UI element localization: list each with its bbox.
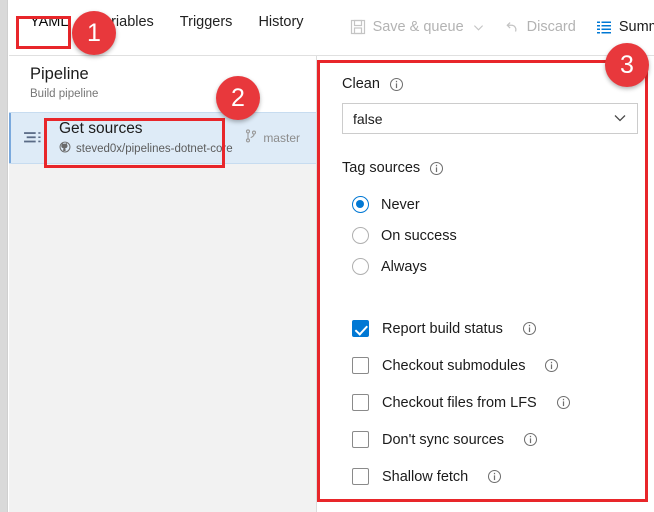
tag-sources-radio-group: Never On success Always <box>342 189 636 282</box>
sidebar-item-branch: master <box>245 129 316 148</box>
checkbox-shallow-fetch[interactable]: Shallow fetch <box>342 458 636 495</box>
info-icon[interactable] <box>487 469 502 484</box>
save-and-queue-label: Save & queue <box>373 19 464 35</box>
tab-bar: YAML Variables Triggers History <box>9 0 317 55</box>
tab-variables[interactable]: Variables <box>81 0 166 55</box>
checkbox-report-build-status[interactable]: Report build status <box>342 310 636 347</box>
left-gutter <box>0 0 8 512</box>
tag-sources-label-row: Tag sources <box>342 160 636 176</box>
checkbox-checkout-files-from-lfs[interactable]: Checkout files from LFS <box>342 384 636 421</box>
checkbox-shallow-fetch-label: Shallow fetch <box>382 469 468 485</box>
undo-icon <box>504 19 520 35</box>
radio-always-label: Always <box>381 259 427 275</box>
save-and-queue-button[interactable]: Save & queue <box>341 13 493 41</box>
clean-select-value: false <box>353 111 383 127</box>
options-checkbox-group: Report build status Checkout submodules <box>342 310 636 495</box>
branch-icon <box>245 129 257 148</box>
sidebar-item-get-sources[interactable]: Get sources steved0x/pipelines-dotnet-co… <box>9 112 316 164</box>
pipeline-sidebar: Pipeline Build pipeline Get sources <box>9 56 317 512</box>
tab-history[interactable]: History <box>245 0 316 55</box>
pipeline-title: Pipeline <box>30 64 316 85</box>
checkbox-shallow-fetch-mark <box>352 468 369 485</box>
sidebar-item-body: Get sources steved0x/pipelines-dotnet-co… <box>55 119 245 158</box>
radio-always[interactable]: Always <box>342 251 636 282</box>
discard-label: Discard <box>527 19 576 35</box>
tab-yaml[interactable]: YAML <box>17 0 81 55</box>
app-window: YAML Variables Triggers History <box>0 0 654 512</box>
tab-variables-label: Variables <box>94 14 153 30</box>
info-icon[interactable] <box>429 161 444 176</box>
tab-triggers[interactable]: Triggers <box>167 0 246 55</box>
info-icon[interactable] <box>522 321 537 336</box>
summary-label: Summary <box>619 19 654 35</box>
info-icon[interactable] <box>544 358 559 373</box>
chevron-down-icon[interactable] <box>473 22 484 33</box>
checkbox-checkout-files-from-lfs-mark <box>352 394 369 411</box>
sidebar-item-repo: steved0x/pipelines-dotnet-core <box>59 140 245 158</box>
list-icon <box>596 19 612 35</box>
checkbox-report-build-status-label: Report build status <box>382 321 503 337</box>
tab-triggers-label: Triggers <box>180 14 233 30</box>
checkbox-checkout-submodules[interactable]: Checkout submodules <box>342 347 636 384</box>
tab-yaml-label: YAML <box>30 14 68 30</box>
get-sources-icon <box>9 129 55 148</box>
save-icon <box>350 19 366 35</box>
info-icon[interactable] <box>523 432 538 447</box>
discard-button[interactable]: Discard <box>495 13 585 41</box>
checkbox-checkout-files-from-lfs-label: Checkout files from LFS <box>382 395 537 411</box>
radio-on-success-mark <box>352 227 369 244</box>
radio-on-success[interactable]: On success <box>342 220 636 251</box>
toolbar: YAML Variables Triggers History <box>9 0 654 56</box>
chevron-down-icon[interactable] <box>613 110 627 127</box>
radio-never-mark <box>352 196 369 213</box>
clean-select[interactable]: false <box>342 103 638 134</box>
task-settings-panel: Clean false Tag sources <box>318 56 654 512</box>
sidebar-item-label: Get sources <box>59 119 245 139</box>
radio-on-success-label: On success <box>381 228 457 244</box>
sidebar-item-branch-label: master <box>263 131 300 145</box>
radio-never-label: Never <box>381 197 420 213</box>
info-icon[interactable] <box>556 395 571 410</box>
clean-label-row: Clean <box>342 76 636 92</box>
radio-never[interactable]: Never <box>342 189 636 220</box>
checkbox-report-build-status-mark <box>352 320 369 337</box>
pipeline-subtitle: Build pipeline <box>30 86 316 102</box>
radio-always-mark <box>352 258 369 275</box>
checkbox-dont-sync-sources[interactable]: Don't sync sources <box>342 421 636 458</box>
pipeline-header[interactable]: Pipeline Build pipeline <box>9 56 316 112</box>
tag-sources-label: Tag sources <box>342 160 420 176</box>
clean-label: Clean <box>342 76 380 92</box>
toolbar-actions: Save & queue Discard <box>341 0 654 55</box>
checkbox-dont-sync-sources-mark <box>352 431 369 448</box>
checkbox-checkout-submodules-label: Checkout submodules <box>382 358 525 374</box>
checkbox-checkout-submodules-mark <box>352 357 369 374</box>
checkbox-dont-sync-sources-label: Don't sync sources <box>382 432 504 448</box>
github-icon <box>59 140 71 158</box>
sidebar-item-repo-label: steved0x/pipelines-dotnet-core <box>76 143 233 155</box>
summary-button[interactable]: Summary <box>587 13 654 41</box>
tab-history-label: History <box>258 14 303 30</box>
info-icon[interactable] <box>389 77 404 92</box>
